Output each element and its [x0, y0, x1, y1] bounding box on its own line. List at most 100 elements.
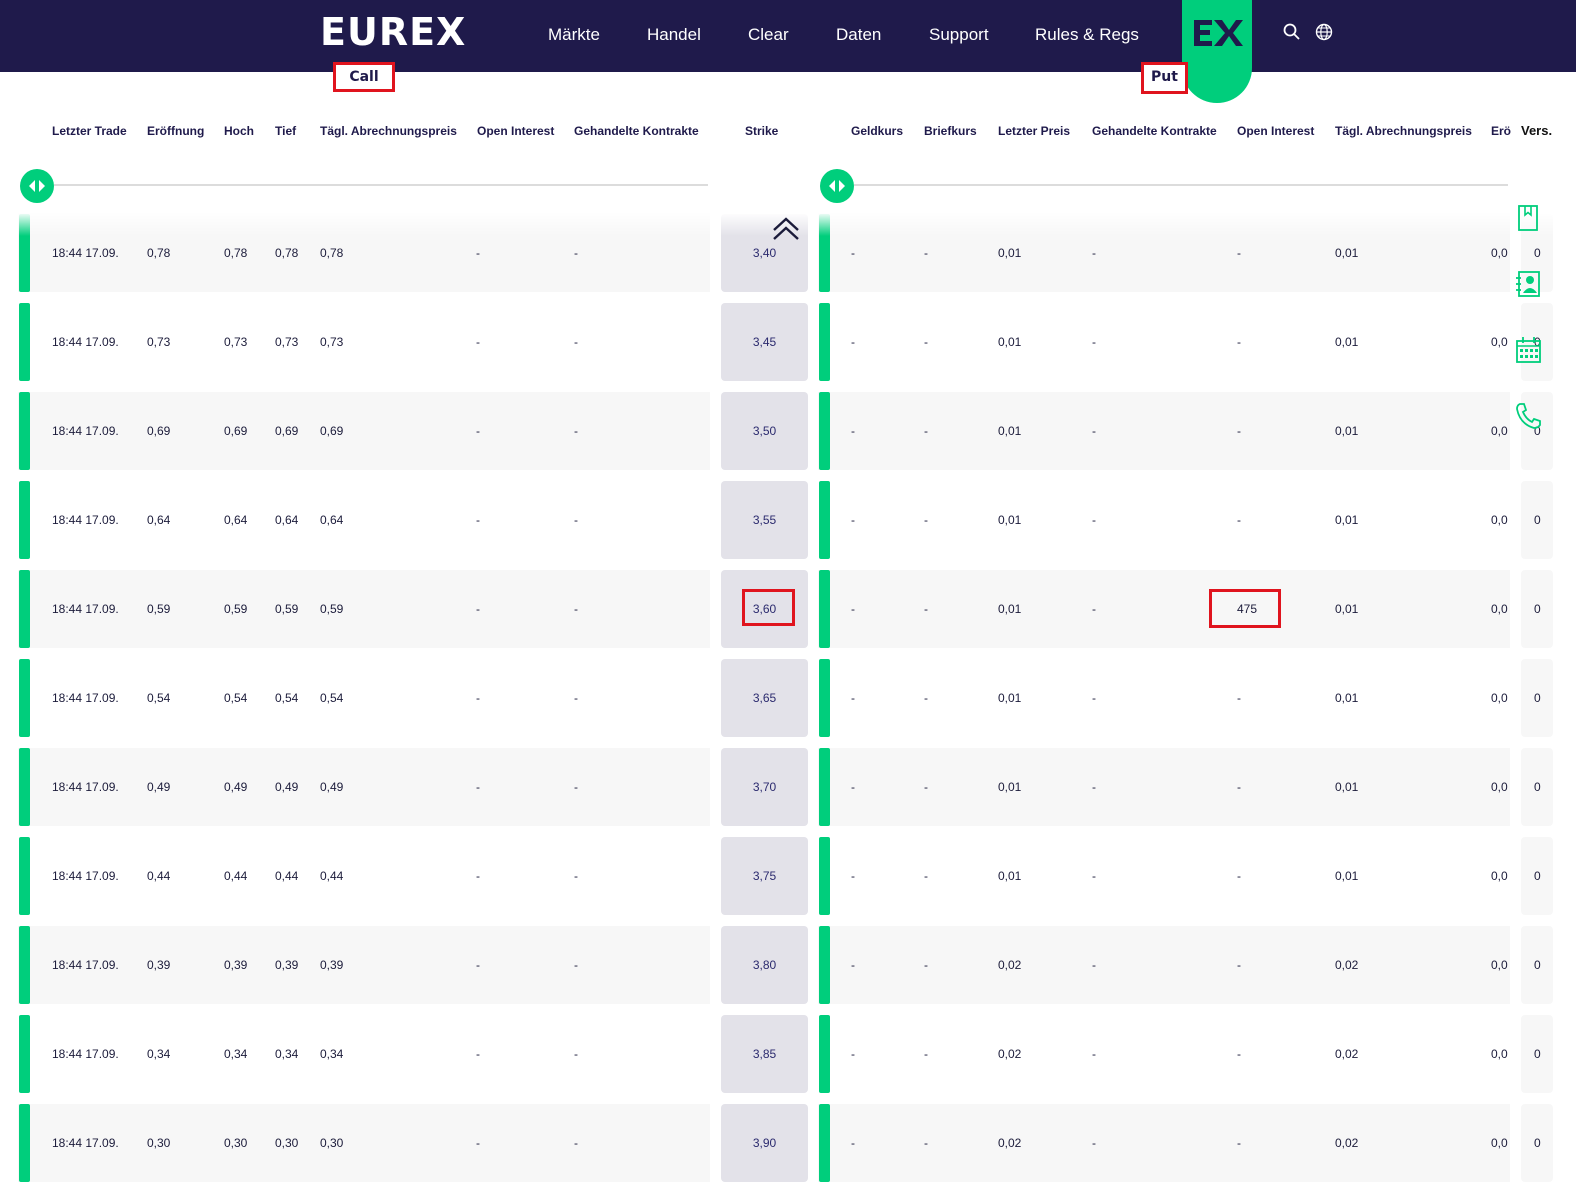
call-cell-gehandelte-kontrakte: - — [574, 869, 578, 883]
header-letzter-trade[interactable]: Letzter Trade — [52, 123, 127, 139]
eurex-logo[interactable]: EUREX — [320, 10, 466, 54]
call-cell-letzter-trade: 18:44 17.09. — [52, 1136, 119, 1150]
call-table-row[interactable] — [18, 214, 710, 292]
put-cell-taegl-abrechnungspreis: 0,01 — [1335, 602, 1359, 616]
strike-cell[interactable]: 3,85 — [721, 1015, 808, 1093]
call-scroll-handle[interactable] — [20, 169, 54, 203]
call-cell-taegl-abrechnungspreis: 0,30 — [320, 1136, 344, 1150]
put-table-row[interactable] — [818, 392, 1510, 470]
scroll-up-chevron-icon[interactable] — [771, 216, 801, 247]
call-table-row[interactable] — [18, 1015, 710, 1093]
call-cell-taegl-abrechnungspreis: 0,64 — [320, 513, 344, 527]
call-cell-hoch: 0,69 — [224, 424, 248, 438]
call-table-row[interactable] — [18, 303, 710, 381]
put-table-row[interactable] — [818, 1104, 1510, 1182]
put-cell-briefkurs: - — [924, 1136, 928, 1150]
globe-icon[interactable] — [1315, 23, 1333, 46]
phone-icon[interactable] — [1514, 401, 1542, 431]
call-row-indicator — [19, 570, 30, 648]
call-table-row[interactable] — [18, 392, 710, 470]
put-cell-letzter-preis: 0,01 — [998, 513, 1022, 527]
put-table-row[interactable] — [818, 570, 1510, 648]
header-taegl-abrechnungspreis[interactable]: Tägl. Abrechnungspreis — [320, 123, 457, 139]
put-scroll-handle[interactable] — [820, 169, 854, 203]
put-cell-eroeffnung: 0,0 — [1491, 691, 1508, 705]
nav-item-rules-regs[interactable]: Rules & Regs — [1035, 24, 1139, 46]
strike-cell[interactable]: 3,45 — [721, 303, 808, 381]
put-cell-vers: 0 — [1534, 513, 1541, 527]
put-cell-briefkurs: - — [924, 869, 928, 883]
put-cell-gehandelte-kontrakte: - — [1092, 869, 1096, 883]
header-put-gehandelte-kontrakte[interactable]: Gehandelte Kontrakte — [1092, 123, 1217, 139]
header-briefkurs[interactable]: Briefkurs — [924, 123, 977, 139]
call-cell-eroeffnung: 0,64 — [147, 513, 171, 527]
header-put-taegl-abrechnungspreis[interactable]: Tägl. Abrechnungspreis — [1335, 123, 1472, 139]
contact-card-icon[interactable] — [1514, 269, 1542, 299]
header-put-eroeffnung[interactable]: Erö — [1491, 123, 1513, 139]
put-row-indicator — [819, 659, 830, 737]
call-cell-tief: 0,69 — [275, 424, 299, 438]
put-table-row[interactable] — [818, 214, 1510, 292]
put-cell-letzter-preis: 0,01 — [998, 602, 1022, 616]
nav-item-daten[interactable]: Daten — [836, 24, 881, 46]
call-scroll-track[interactable] — [54, 184, 708, 186]
put-cell-eroeffnung: 0,0 — [1491, 424, 1508, 438]
put-table-row[interactable] — [818, 481, 1510, 559]
call-table-row[interactable] — [18, 570, 710, 648]
put-table-row[interactable] — [818, 303, 1510, 381]
calendar-icon[interactable] — [1514, 335, 1542, 365]
header-letzter-preis[interactable]: Letzter Preis — [998, 123, 1070, 139]
call-cell-hoch: 0,54 — [224, 691, 248, 705]
strike-cell[interactable]: 3,80 — [721, 926, 808, 1004]
bookmark-icon[interactable] — [1514, 203, 1542, 233]
call-cell-eroeffnung: 0,73 — [147, 335, 171, 349]
header-gehandelte-kontrakte[interactable]: Gehandelte Kontrakte — [574, 123, 699, 139]
header-vers[interactable]: Vers. — [1521, 123, 1552, 139]
header-hoch[interactable]: Hoch — [224, 123, 254, 139]
call-cell-gehandelte-kontrakte: - — [574, 513, 578, 527]
put-table-row[interactable] — [818, 926, 1510, 1004]
strike-cell[interactable]: 3,90 — [721, 1104, 808, 1182]
call-table-row[interactable] — [18, 926, 710, 1004]
put-cell-eroeffnung: 0,0 — [1491, 602, 1508, 616]
call-table-row[interactable] — [18, 837, 710, 915]
strike-cell[interactable]: 3,55 — [721, 481, 808, 559]
put-table-row[interactable] — [818, 659, 1510, 737]
header-tief[interactable]: Tief — [275, 123, 296, 139]
header-put-open-interest[interactable]: Open Interest — [1237, 123, 1314, 139]
put-cell-geldkurs: - — [851, 602, 855, 616]
call-table-row[interactable] — [18, 659, 710, 737]
call-cell-eroeffnung: 0,39 — [147, 958, 171, 972]
call-table-row[interactable] — [18, 1104, 710, 1182]
header-eroeffnung[interactable]: Eröffnung — [147, 123, 204, 139]
strike-cell[interactable]: 3,75 — [721, 837, 808, 915]
call-cell-hoch: 0,49 — [224, 780, 248, 794]
nav-item-handel[interactable]: Handel — [647, 24, 701, 46]
strike-cell[interactable]: 3,50 — [721, 392, 808, 470]
put-table-row[interactable] — [818, 748, 1510, 826]
ex-badge-tab[interactable] — [1182, 0, 1252, 103]
header-strike[interactable]: Strike — [745, 123, 778, 139]
call-cell-gehandelte-kontrakte: - — [574, 335, 578, 349]
strike-cell[interactable]: 3,70 — [721, 748, 808, 826]
header-open-interest[interactable]: Open Interest — [477, 123, 554, 139]
nav-item-support[interactable]: Support — [929, 24, 989, 46]
header-geldkurs[interactable]: Geldkurs — [851, 123, 903, 139]
call-table-row[interactable] — [18, 481, 710, 559]
search-icon[interactable] — [1283, 23, 1301, 46]
strike-cell[interactable]: 3,65 — [721, 659, 808, 737]
call-cell-tief: 0,73 — [275, 335, 299, 349]
nav-item-maerkte[interactable]: Märkte — [548, 24, 600, 46]
call-table-row[interactable] — [18, 748, 710, 826]
put-row-indicator — [819, 214, 830, 292]
call-cell-gehandelte-kontrakte: - — [574, 691, 578, 705]
put-table-row[interactable] — [818, 837, 1510, 915]
call-cell-gehandelte-kontrakte: - — [574, 246, 578, 260]
call-cell-letzter-trade: 18:44 17.09. — [52, 424, 119, 438]
put-scroll-track[interactable] — [854, 184, 1508, 186]
put-cell-taegl-abrechnungspreis: 0,01 — [1335, 869, 1359, 883]
call-label-highlight: Call — [333, 62, 395, 92]
put-table-row[interactable] — [818, 1015, 1510, 1093]
nav-item-clear[interactable]: Clear — [748, 24, 789, 46]
call-cell-taegl-abrechnungspreis: 0,59 — [320, 602, 344, 616]
